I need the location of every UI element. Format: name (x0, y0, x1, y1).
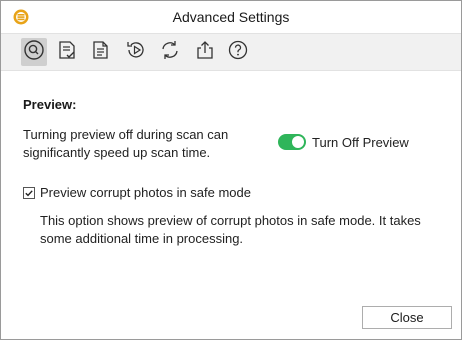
corrupt-preview-label: Preview corrupt photos in safe mode (40, 185, 251, 200)
turn-off-preview-toggle[interactable]: Turn Off Preview (278, 134, 409, 150)
toggle-knob (292, 136, 304, 148)
corrupt-preview-checkbox[interactable] (23, 186, 35, 199)
tab-scan-settings[interactable] (54, 38, 80, 66)
corrupt-preview-option[interactable]: Preview corrupt photos in safe mode (23, 185, 251, 200)
resume-recovery-icon (125, 39, 147, 66)
tab-file-list[interactable] (87, 38, 113, 66)
settings-toolbar (1, 33, 461, 71)
dialog-title: Advanced Settings (172, 9, 290, 25)
preview-heading: Preview: (23, 97, 77, 112)
title-bar: Advanced Settings (1, 1, 461, 33)
close-button[interactable]: Close (362, 306, 452, 329)
preview-description: Turning preview off during scan can sign… (23, 127, 229, 160)
tab-help[interactable] (225, 38, 251, 66)
toggle-label: Turn Off Preview (312, 134, 409, 150)
file-list-icon (89, 39, 111, 66)
advanced-settings-dialog: Advanced Settings Preview: Turning previ… (0, 0, 462, 340)
corrupt-preview-description: This option shows preview of corrupt pho… (40, 213, 421, 246)
help-icon (227, 39, 249, 66)
tab-preview[interactable] (21, 38, 47, 66)
tab-update[interactable] (157, 38, 183, 66)
preview-icon (23, 39, 45, 66)
tab-resume-recovery[interactable] (123, 38, 149, 66)
toggle-switch[interactable] (278, 134, 306, 150)
update-icon (159, 39, 181, 66)
scan-settings-icon (56, 39, 78, 66)
export-icon (194, 39, 216, 66)
tab-export[interactable] (192, 38, 218, 66)
